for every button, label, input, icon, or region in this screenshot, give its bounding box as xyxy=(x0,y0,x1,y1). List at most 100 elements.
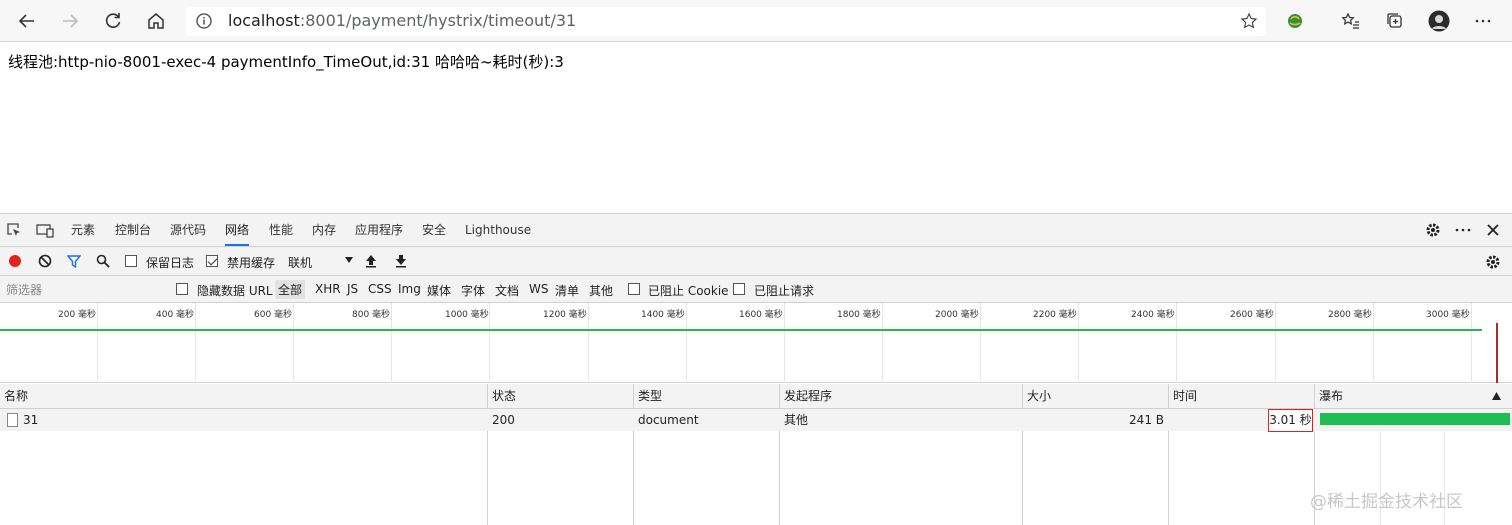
tab-console[interactable]: 控制台 xyxy=(115,214,151,246)
blocked-requests-checkbox[interactable] xyxy=(733,283,745,295)
search-icon[interactable] xyxy=(96,254,110,268)
filter-type-js[interactable]: JS xyxy=(347,282,358,296)
load-event-marker xyxy=(1496,323,1498,383)
overview-gridline xyxy=(1373,303,1374,383)
url-path: :8001/payment/hystrix/timeout/31 xyxy=(299,11,577,30)
info-icon[interactable] xyxy=(196,13,212,33)
filter-type-media[interactable]: 媒体 xyxy=(427,282,451,299)
tab-application[interactable]: 应用程序 xyxy=(355,214,403,246)
filter-type-ws[interactable]: WS xyxy=(529,282,548,296)
document-icon xyxy=(7,413,18,427)
overview-tick: 1800 毫秒 xyxy=(837,310,881,320)
device-emulation-icon[interactable] xyxy=(36,222,54,238)
network-toolbar: 保留日志 禁用缓存 联机 xyxy=(0,247,1512,276)
preserve-log-checkbox[interactable] xyxy=(125,255,137,267)
overview-tick: 2600 毫秒 xyxy=(1230,310,1274,320)
column-status-header[interactable]: 状态 xyxy=(488,384,634,409)
url-host: localhost xyxy=(228,11,300,30)
overview-tick: 800 毫秒 xyxy=(352,310,391,320)
overview-gridline xyxy=(1275,303,1276,383)
favorites-list-icon[interactable] xyxy=(1336,6,1366,36)
filter-type-doc[interactable]: 文档 xyxy=(495,282,519,299)
preserve-log-label: 保留日志 xyxy=(146,256,195,270)
overview-gridline xyxy=(489,303,490,383)
overview-tick: 1600 毫秒 xyxy=(739,310,783,320)
home-icon[interactable] xyxy=(141,6,171,36)
address-bar[interactable]: localhost:8001/payment/hystrix/timeout/3… xyxy=(186,7,1266,36)
blocked-requests-label: 已阻止请求 xyxy=(754,284,815,298)
blocked-cookie-checkbox[interactable] xyxy=(628,283,640,295)
tab-network[interactable]: 网络 xyxy=(225,214,250,246)
collections-icon[interactable] xyxy=(1380,6,1410,36)
extension-globe-icon[interactable] xyxy=(1280,6,1310,36)
overview-gridline xyxy=(882,303,883,383)
disable-cache-checkbox[interactable] xyxy=(206,255,218,267)
row-time: 3.01 秒 xyxy=(1268,409,1313,432)
refresh-icon[interactable] xyxy=(98,6,128,36)
tab-sources[interactable]: 源代码 xyxy=(170,214,206,246)
inspect-element-icon[interactable] xyxy=(6,222,22,238)
row-name[interactable]: 31 xyxy=(23,409,38,431)
overview-tick: 400 毫秒 xyxy=(156,310,195,320)
column-initiator-header[interactable]: 发起程序 xyxy=(780,384,1023,409)
filter-type-other[interactable]: 其他 xyxy=(589,282,613,299)
record-icon[interactable] xyxy=(8,254,22,268)
network-overview-timeline[interactable]: 200 毫秒 400 毫秒 600 毫秒 800 毫秒 1000 毫秒 1200… xyxy=(0,303,1512,383)
devtools-more-icon[interactable] xyxy=(1455,222,1471,238)
devtools-settings-gear-icon[interactable] xyxy=(1425,222,1441,238)
overview-tick: 2000 毫秒 xyxy=(935,310,979,320)
overview-tick: 600 毫秒 xyxy=(254,310,293,320)
export-har-icon[interactable] xyxy=(394,254,408,268)
disable-cache-label: 禁用缓存 xyxy=(227,256,276,270)
overview-gridline xyxy=(293,303,294,383)
more-menu-icon[interactable] xyxy=(1468,6,1498,36)
filter-type-img[interactable]: Img xyxy=(398,282,421,296)
requests-table-header: 名称 状态 类型 发起程序 大小 时间 瀑布 xyxy=(0,384,1512,409)
filter-type-font[interactable]: 字体 xyxy=(461,282,485,299)
favorite-star-icon[interactable] xyxy=(1240,12,1258,34)
tab-elements[interactable]: 元素 xyxy=(71,214,95,246)
column-name-header[interactable]: 名称 xyxy=(0,384,488,409)
table-row[interactable]: 31 200 document 其他 241 B 3.01 秒 xyxy=(0,409,1512,432)
network-settings-gear-icon[interactable] xyxy=(1485,254,1501,270)
devtools-panel: 元素 控制台 源代码 网络 性能 内存 应用程序 安全 Lighthouse 保… xyxy=(0,213,1512,525)
hide-data-url-label: 隐藏数据 URL xyxy=(197,284,273,298)
devtools-close-icon[interactable] xyxy=(1486,223,1500,237)
filter-icon[interactable] xyxy=(67,254,81,268)
blocked-cookie-label: 已阻止 Cookie xyxy=(648,284,729,298)
forward-arrow-icon[interactable] xyxy=(55,6,85,36)
column-size-header[interactable]: 大小 xyxy=(1023,384,1169,409)
overview-tick: 1200 毫秒 xyxy=(543,310,587,320)
column-waterfall-header[interactable]: 瀑布 xyxy=(1315,384,1512,409)
chevron-down-icon[interactable] xyxy=(344,256,354,264)
overview-gridline xyxy=(97,303,98,383)
overview-tick: 1000 毫秒 xyxy=(445,310,489,320)
overview-tick: 1400 毫秒 xyxy=(641,310,685,320)
watermark: @稀土掘金技术社区 xyxy=(1310,492,1463,512)
tab-security[interactable]: 安全 xyxy=(422,214,446,246)
filter-type-css[interactable]: CSS xyxy=(368,282,392,296)
tab-memory[interactable]: 内存 xyxy=(312,214,336,246)
column-time-header[interactable]: 时间 xyxy=(1169,384,1315,409)
sort-ascending-icon[interactable] xyxy=(1492,392,1501,400)
clear-icon[interactable] xyxy=(38,254,52,268)
overview-tick: 2200 毫秒 xyxy=(1033,310,1077,320)
filter-type-xhr[interactable]: XHR xyxy=(315,282,341,296)
profile-avatar-icon[interactable] xyxy=(1424,6,1454,36)
row-size: 241 B xyxy=(1129,413,1164,427)
throttle-select[interactable]: 联机 xyxy=(288,254,312,271)
column-type-header[interactable]: 类型 xyxy=(634,384,780,409)
filter-type-all[interactable]: 全部 xyxy=(275,280,306,299)
hide-data-url-checkbox[interactable] xyxy=(176,283,188,295)
browser-toolbar: localhost:8001/payment/hystrix/timeout/3… xyxy=(0,0,1512,42)
filter-type-manifest[interactable]: 清单 xyxy=(555,282,579,299)
import-har-icon[interactable] xyxy=(364,254,378,268)
overview-request-bar xyxy=(0,329,1482,331)
overview-gridline xyxy=(686,303,687,383)
tab-lighthouse[interactable]: Lighthouse xyxy=(465,214,531,246)
waterfall-bar xyxy=(1320,413,1510,425)
overview-tick: 2800 毫秒 xyxy=(1328,310,1372,320)
back-arrow-icon[interactable] xyxy=(12,6,42,36)
tab-performance[interactable]: 性能 xyxy=(269,214,293,246)
filter-input[interactable]: 筛选器 xyxy=(2,279,162,299)
